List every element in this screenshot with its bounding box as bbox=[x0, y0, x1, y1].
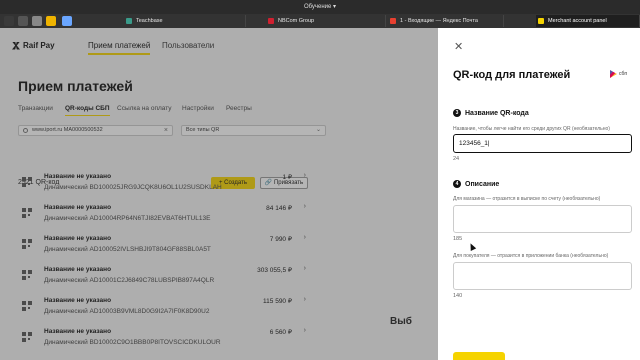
pinned-tab-5[interactable] bbox=[62, 16, 72, 26]
section-title: Название QR-кода bbox=[465, 109, 529, 117]
buyer-description-hint: Для покупателя — отразится в приложении … bbox=[453, 253, 609, 259]
section-description: 4 Описание bbox=[453, 180, 499, 188]
tab-label: 1 - Входящие — Яндекс Почта bbox=[400, 18, 478, 24]
mail-icon bbox=[390, 18, 396, 24]
buyer-description-field[interactable] bbox=[453, 262, 632, 290]
sbp-logo: сбп bbox=[610, 70, 627, 78]
tab-label: Teachbase bbox=[136, 18, 163, 24]
shop-description-field[interactable] bbox=[453, 205, 632, 233]
teachbase-icon bbox=[126, 18, 132, 24]
tab-teachbase[interactable]: Teachbase bbox=[124, 15, 246, 27]
section-qr-name: 3 Название QR-кода bbox=[453, 109, 529, 117]
modal-overlay[interactable] bbox=[0, 28, 438, 360]
buyer-description-counter: 140 bbox=[453, 293, 463, 299]
tab-label: Merchant account panel bbox=[548, 18, 607, 24]
qr-drawer: ✕ QR-код для платежей сбп 3 Название QR-… bbox=[438, 28, 640, 360]
shop-description-counter: 185 bbox=[453, 236, 463, 242]
browser-tabbar: Teachbase NBCom Group 1 - Входящие — Янд… bbox=[0, 14, 640, 28]
pinned-tab-1[interactable] bbox=[4, 16, 14, 26]
pinned-tab-3[interactable] bbox=[32, 16, 42, 26]
step-number: 3 bbox=[453, 109, 461, 117]
tab-nbcom[interactable]: NBCom Group bbox=[266, 15, 386, 27]
close-icon[interactable]: ✕ bbox=[454, 40, 463, 53]
qr-name-field[interactable]: 123456_1| bbox=[453, 134, 632, 153]
qr-name-hint: Название, чтобы легче найти его среди др… bbox=[453, 126, 610, 132]
window-titlebar: Обучение ▾ bbox=[0, 0, 640, 14]
tab-yandex-mail[interactable]: 1 - Входящие — Яндекс Почта bbox=[388, 15, 504, 27]
pinned-tab-2[interactable] bbox=[18, 16, 28, 26]
shop-description-hint: Для магазина — отразится в выписке по сч… bbox=[453, 196, 601, 202]
qr-name-value: 123456_1 bbox=[459, 140, 488, 147]
pinned-tab-mail[interactable] bbox=[46, 16, 56, 26]
qr-name-counter: 24 bbox=[453, 156, 460, 162]
nbcom-icon bbox=[268, 18, 274, 24]
raif-icon bbox=[538, 18, 544, 24]
sbp-icon bbox=[610, 70, 617, 78]
tab-merchant-panel[interactable]: Merchant account panel bbox=[536, 15, 640, 27]
tab-label: NBCom Group bbox=[278, 18, 315, 24]
step-number: 4 bbox=[453, 180, 461, 188]
window-title[interactable]: Обучение ▾ bbox=[304, 0, 336, 14]
section-title: Описание bbox=[465, 180, 500, 188]
drawer-title: QR-код для платежей bbox=[453, 69, 571, 81]
save-button[interactable] bbox=[453, 352, 505, 360]
sbp-label: сбп bbox=[619, 71, 628, 77]
